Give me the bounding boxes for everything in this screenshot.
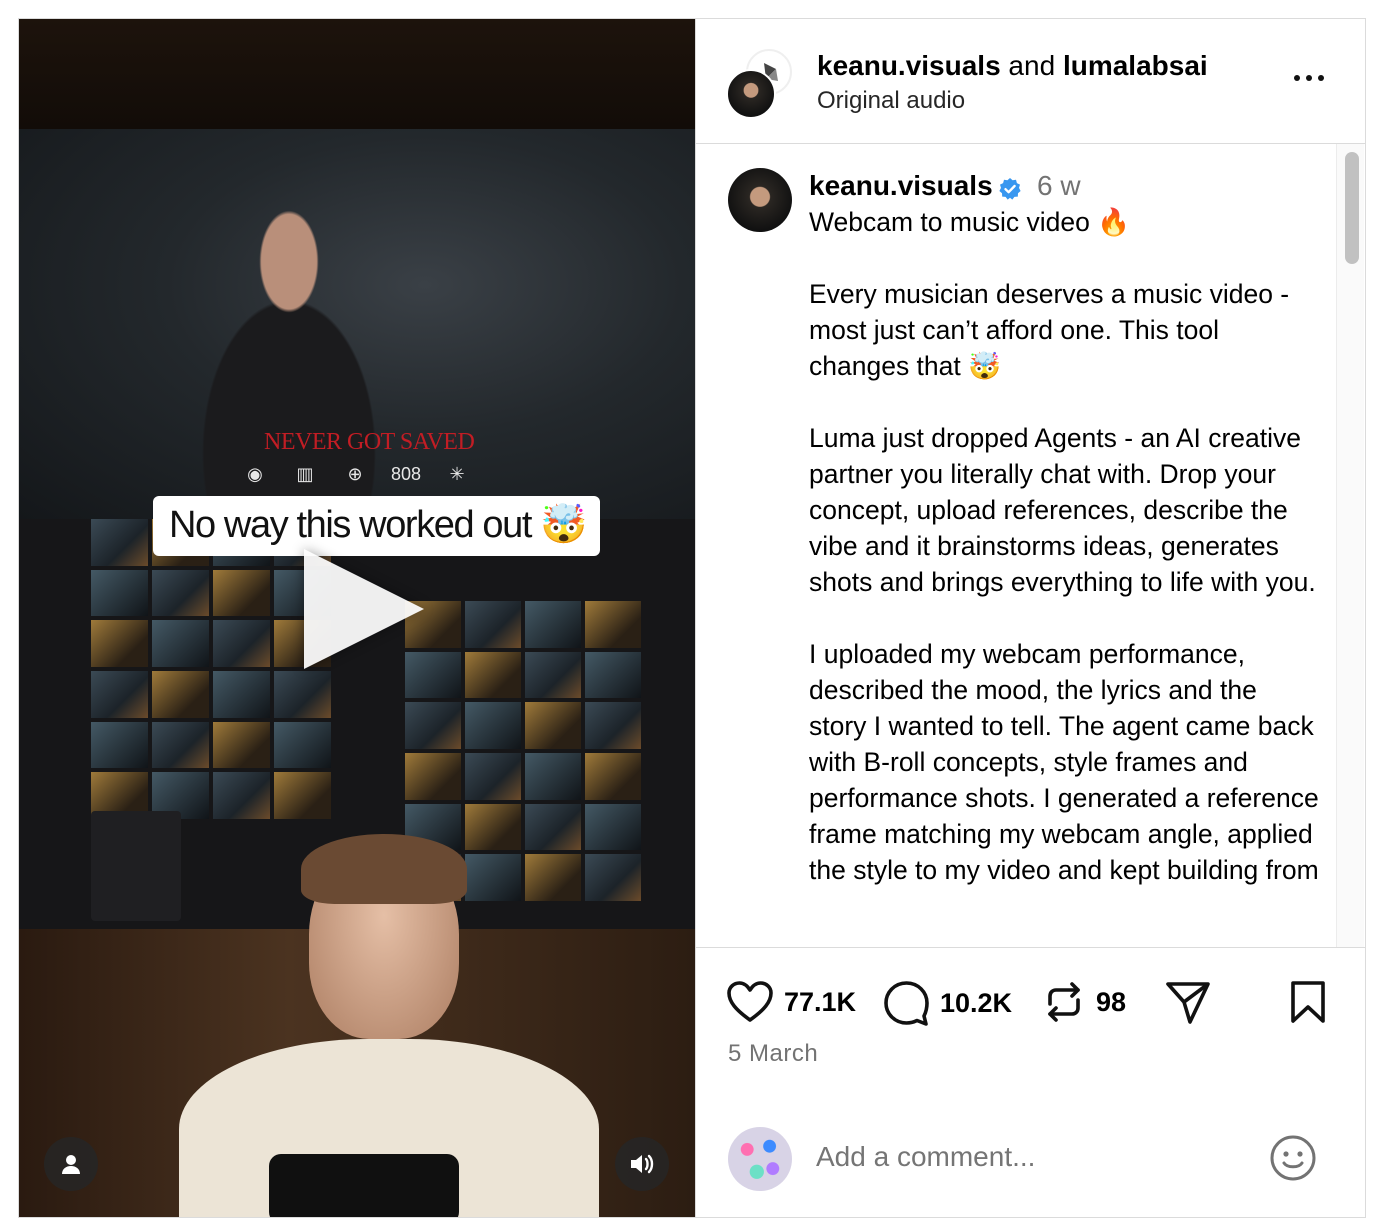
share-icon [1166,982,1210,1024]
more-dot-icon [1318,75,1324,81]
storyboard-tile [213,721,270,769]
volume-icon [631,1154,654,1174]
storyboard-tile [465,651,521,699]
storyboard-tile [465,803,521,851]
header-user1-link[interactable]: keanu.visuals [817,50,1001,81]
storyboard-tile [585,601,641,648]
storyboard-tile [152,670,209,718]
caption-avatar[interactable] [728,168,792,232]
video-top-shade [19,19,695,129]
header-usernames: keanu.visuals and lumalabsai [817,49,1208,83]
storyboard-tile [91,670,148,718]
storyboard-tile [274,772,331,819]
verified-badge-icon [999,178,1021,200]
sound-toggle-button[interactable] [615,1137,669,1191]
more-options-button[interactable] [1294,75,1324,81]
storyboard-tile [585,651,641,699]
storyboard-tile [274,670,331,718]
storyboard-tile [152,620,209,667]
current-user-avatar[interactable] [728,1127,792,1191]
storyboard-tile [274,721,331,769]
storyboard-tile [213,620,270,667]
storyboard-tile [91,721,148,769]
storyboard-tile [585,702,641,749]
header-connector: and [1000,50,1063,81]
comment-count[interactable]: 10.2K [940,988,1012,1019]
post-date[interactable]: 5 March [728,1040,818,1068]
post-header: keanu.visuals and lumalabsai Original au… [696,19,1365,144]
avatar-keanu-visuals[interactable] [726,69,776,119]
more-dot-icon [1294,75,1300,81]
save-button[interactable] [1288,980,1328,1024]
scrollbar-thumb[interactable] [1345,152,1359,264]
storyboard-tile [152,569,209,617]
header-user2-link[interactable]: lumalabsai [1063,50,1208,81]
storyboard-tile [465,752,521,800]
user-icon [62,1155,80,1174]
collab-avatars[interactable] [726,49,796,119]
repost-icon [1048,982,1080,1022]
audio-link[interactable]: Original audio [817,87,965,115]
video-player[interactable]: NEVER GOT SAVED ◉ ▥ ⊕ 808 ✳ No way this … [19,19,695,1217]
creator-hair [301,834,467,904]
post-details-panel: keanu.visuals and lumalabsai Original au… [695,19,1365,1217]
storyboard-tile [525,702,581,749]
storyboard-tile [465,702,521,749]
star-badge: ✳ [449,464,465,484]
storyboard-tile [405,752,461,800]
caption-text: Webcam to music video 🔥 Every musician d… [809,207,1319,885]
storyboard-tile [525,803,581,851]
storyboard-tile [465,601,521,648]
storyboard-tile [91,519,148,566]
repost-button[interactable]: 98 [1042,980,1126,1024]
post-dialog: NEVER GOT SAVED ◉ ▥ ⊕ 808 ✳ No way this … [18,18,1366,1218]
storyboard-tile [213,772,270,819]
globe-badge: ⊕ [347,464,363,484]
storyboard-tile [525,601,581,648]
smiley-icon [1270,1135,1316,1181]
storyboard-grid-left [91,519,331,819]
caption-username[interactable]: keanu.visuals [809,170,993,202]
like-count[interactable]: 77.1K [784,987,856,1018]
808-badge: 808 [391,464,422,484]
add-comment-bar [696,1089,1365,1217]
storyboard-tile [585,854,641,901]
storyboard-tile [525,752,581,800]
play-icon[interactable] [304,549,424,669]
storyboard-tile [213,569,270,617]
video-caption-overlay: No way this worked out 🤯 [153,496,601,556]
storyboard-tile [525,651,581,699]
barcode-badge: ▥ [296,464,314,484]
tagged-users-button[interactable] [44,1137,98,1191]
like-button[interactable]: 77.1K [726,980,856,1024]
storyboard-tile [525,854,581,901]
storyboard-tile [91,620,148,667]
heart-icon [727,981,773,1022]
comment-input[interactable] [816,1137,1256,1177]
video-badge-row: ◉ ▥ ⊕ 808 ✳ [241,464,471,485]
creator-phone [269,1154,459,1217]
share-button[interactable] [1164,980,1212,1026]
storyboard-tile [152,721,209,769]
action-bar: 77.1K 10.2K 98 5 March [696,947,1365,1087]
comments-section[interactable]: keanu.visuals 6 w Webcam to music video … [696,144,1365,947]
storyboard-tile [585,752,641,800]
caption-timestamp[interactable]: 6 w [1037,170,1081,202]
more-dot-icon [1306,75,1312,81]
storyboard-tile [405,702,461,749]
storyboard-notes-panel [91,811,181,921]
bookmark-icon [1291,981,1325,1023]
eye-badge: ◉ [247,464,263,484]
storyboard-tile [91,569,148,617]
storyboard-tile [213,670,270,718]
comment-icon [884,981,929,1026]
comments-scrollbar[interactable] [1336,144,1364,947]
emoji-picker-button[interactable] [1268,1133,1318,1188]
storyboard-tile [465,854,521,901]
storyboard-tile [585,803,641,851]
video-scene-rapper: NEVER GOT SAVED ◉ ▥ ⊕ 808 ✳ [19,129,695,519]
repost-count[interactable]: 98 [1096,987,1126,1018]
video-brand-text: NEVER GOT SAVED [264,429,475,455]
comment-button[interactable]: 10.2K [882,980,1012,1026]
